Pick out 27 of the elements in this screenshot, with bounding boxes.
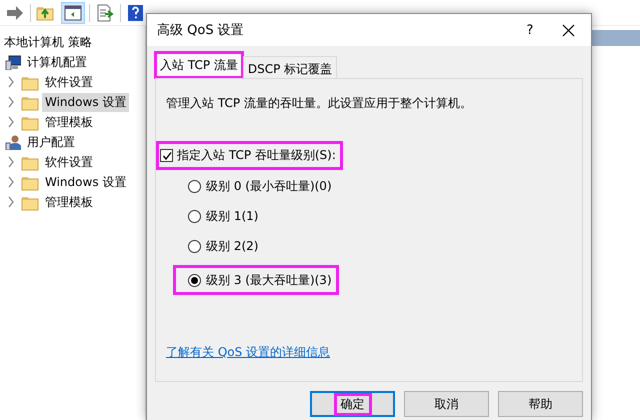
tab[interactable]: DSCP 标记覆盖 (242, 56, 338, 78)
tree-root-label[interactable]: 本地计算机 策略 (4, 34, 92, 50)
tab[interactable]: 入站 TCP 流量 (155, 52, 243, 78)
tree-item[interactable]: 管理模板 (42, 192, 96, 212)
dialog-button[interactable]: 帮助 (498, 391, 583, 417)
computer-icon (5, 54, 21, 70)
tree-item[interactable]: 软件设置 (42, 72, 96, 92)
tree-item[interactable]: 管理模板 (42, 112, 96, 132)
radio-button[interactable]: 级别 3 (最大吞吐量)(3) (174, 266, 338, 294)
check-icon (162, 150, 172, 160)
description-text: 管理入站 TCP 流量的吞吐量。此设置应用于整个计算机。 (166, 95, 473, 112)
details-link[interactable]: 了解有关 QoS 设置的详细信息 (166, 344, 330, 361)
dialog-button[interactable]: 取消 (404, 391, 489, 417)
radio-button[interactable]: 级别 2(2) (184, 236, 262, 256)
checkbox[interactable]: 指定入站 TCP 吞吐量级别(S): (157, 142, 342, 169)
user-icon (5, 134, 21, 150)
console-tree-icon[interactable] (61, 2, 85, 24)
radio-button[interactable]: 级别 0 (最小吞吐量)(0) (184, 176, 336, 196)
dialog-title: 高级 QoS 设置 (157, 22, 245, 39)
tree-item[interactable]: Windows 设置 (42, 92, 130, 112)
dialog-button[interactable]: 确定 (310, 391, 395, 417)
tree-item[interactable]: 计算机配置 (24, 52, 90, 72)
tree-item[interactable]: Windows 设置 (42, 172, 130, 192)
tree-item[interactable]: 用户配置 (24, 132, 78, 152)
tree-item[interactable]: 软件设置 (42, 152, 96, 172)
help-button[interactable]: ? (515, 15, 545, 45)
radio-button[interactable]: 级别 1(1) (184, 206, 262, 226)
